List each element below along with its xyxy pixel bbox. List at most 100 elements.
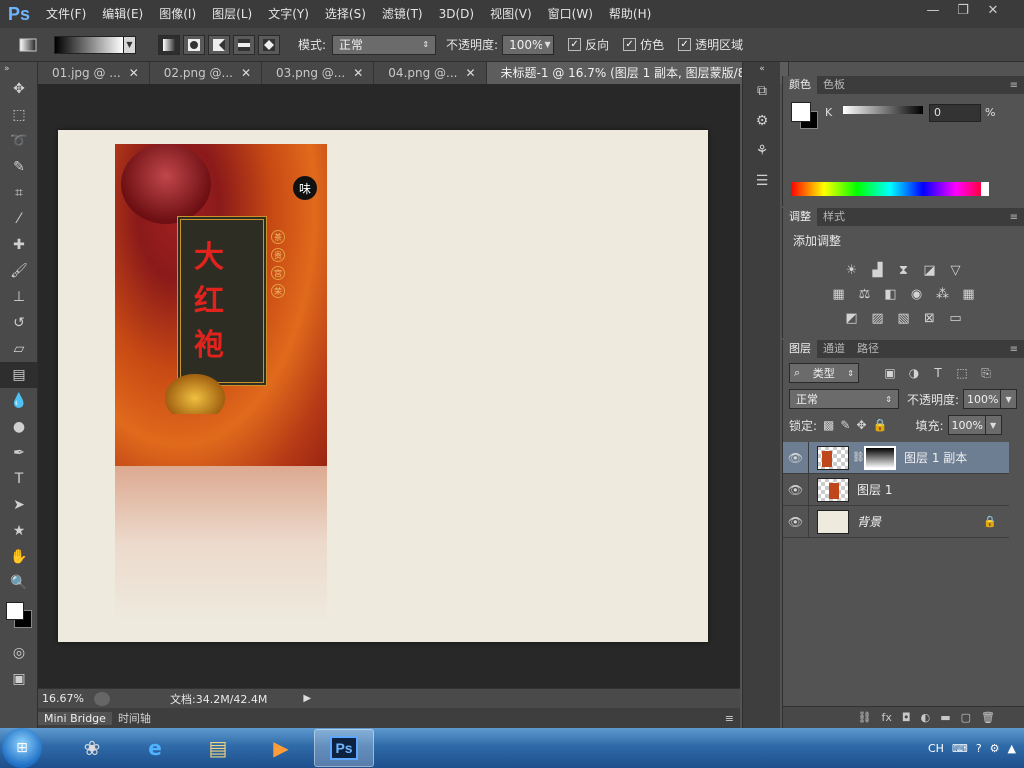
layer-name[interactable]: 图层 1 副本	[904, 449, 967, 466]
canvas-area[interactable]: 大红袍 茶 贵 宫 荣 味	[38, 84, 740, 688]
start-button-icon[interactable]: ⊞	[2, 728, 42, 768]
reverse-checkbox[interactable]: ✓ 反向	[568, 36, 609, 53]
foreground-color-swatch[interactable]	[791, 102, 811, 122]
menu-filter[interactable]: 滤镜(T)	[374, 0, 431, 28]
lock-all-icon[interactable]: 🔒	[873, 418, 888, 432]
invert-icon[interactable]: ◩	[842, 309, 862, 327]
k-slider[interactable]	[843, 106, 923, 114]
exposure-icon[interactable]: ◪	[920, 261, 940, 279]
eraser-tool-icon[interactable]: ▱	[0, 336, 38, 362]
media-app-icon[interactable]: ❀	[62, 729, 122, 767]
language-indicator[interactable]: CH	[928, 742, 944, 755]
chevron-down-icon[interactable]: ▼	[985, 415, 1002, 435]
brightness-icon[interactable]: ☀	[842, 261, 862, 279]
layer-thumbnail[interactable]	[817, 477, 849, 502]
curves-icon[interactable]: ⧗	[894, 261, 914, 279]
menu-file[interactable]: 文件(F)	[38, 0, 94, 28]
link-icon[interactable]: ⛓	[852, 452, 865, 463]
eyedropper-tool-icon[interactable]: ⁄	[0, 206, 38, 232]
hand-tool-icon[interactable]: ✋	[0, 544, 38, 570]
lasso-tool-icon[interactable]: ➰	[0, 128, 38, 154]
tab-01-jpg[interactable]: 01.jpg @ ... ✕	[38, 62, 150, 84]
channel-mixer-icon[interactable]: ⁂	[933, 285, 953, 303]
dither-checkbox[interactable]: ✓ 仿色	[623, 36, 664, 53]
play-arrow-icon[interactable]: ▶	[303, 693, 311, 704]
properties-panel-icon[interactable]: ⚙	[743, 106, 781, 136]
trash-icon[interactable]: 🗑	[981, 711, 995, 724]
gradient-swatch[interactable]	[54, 35, 124, 54]
quick-select-tool-icon[interactable]: ✎	[0, 154, 38, 180]
brush-panel-icon[interactable]: ⚘	[743, 136, 781, 166]
tab-styles[interactable]: 样式	[817, 208, 851, 226]
menu-window[interactable]: 窗口(W)	[540, 0, 601, 28]
check-icon[interactable]: ✓	[678, 38, 692, 51]
hue-saturation-icon[interactable]: ▦	[829, 285, 849, 303]
color-spectrum[interactable]	[791, 182, 989, 196]
black-white-icon[interactable]: ◧	[881, 285, 901, 303]
tab-04-png[interactable]: 04.png @... ✕	[374, 62, 487, 84]
tab-02-png[interactable]: 02.png @... ✕	[149, 62, 263, 84]
layer-row[interactable]: 👁 ⛓ 图层 1 副本	[783, 441, 1009, 474]
layer-thumbnail[interactable]	[817, 445, 849, 470]
layer-mask-thumbnail[interactable]	[864, 445, 896, 470]
close-icon[interactable]: ✕	[353, 66, 363, 80]
tab-swatches[interactable]: 色板	[817, 76, 851, 94]
vibrance-icon[interactable]: ▽	[946, 261, 966, 279]
type-tool-icon[interactable]: T	[0, 466, 38, 492]
layer-name[interactable]: 图层 1	[857, 481, 892, 498]
layer-thumbnail[interactable]	[817, 509, 849, 534]
panel-menu-icon[interactable]: ≡	[1010, 80, 1018, 91]
eye-icon[interactable]: 👁	[783, 473, 809, 506]
opacity-input[interactable]: 100%	[502, 34, 543, 55]
move-tool-icon[interactable]: ✥	[0, 76, 38, 102]
color-lookup-icon[interactable]: ▦	[959, 285, 979, 303]
lock-pixels-icon[interactable]: ✎	[840, 418, 850, 432]
close-icon[interactable]: ✕	[241, 66, 251, 80]
smart-object-filter-icon[interactable]: ⎘	[977, 364, 995, 382]
crop-tool-icon[interactable]: ⌗	[0, 180, 38, 206]
brush-tool-icon[interactable]: 🖌	[0, 258, 38, 284]
new-group-icon[interactable]: ▬	[940, 711, 950, 724]
menu-edit[interactable]: 编辑(E)	[94, 0, 151, 28]
shape-filter-icon[interactable]: ⬚	[953, 364, 971, 382]
tab-timeline[interactable]: 时间轴	[112, 710, 157, 726]
file-explorer-icon[interactable]: ▤	[188, 729, 248, 767]
reflected-gradient-button[interactable]	[233, 34, 255, 55]
history-panel-icon[interactable]: ⧉	[743, 76, 781, 106]
internet-explorer-icon[interactable]: e	[125, 729, 185, 767]
menu-help[interactable]: 帮助(H)	[601, 0, 659, 28]
minimize-icon[interactable]: —	[918, 0, 948, 20]
new-layer-icon[interactable]: ▢	[961, 711, 971, 724]
image-filter-icon[interactable]: ▣	[881, 364, 899, 382]
mode-select[interactable]: 正常 ⇕	[332, 34, 437, 55]
blur-tool-icon[interactable]: 💧	[0, 388, 38, 414]
linear-gradient-button[interactable]	[158, 34, 180, 55]
tab-layers[interactable]: 图层	[783, 340, 817, 358]
help-icon[interactable]: ?	[976, 742, 982, 755]
menu-type[interactable]: 文字(Y)	[260, 0, 317, 28]
link-layers-icon[interactable]: ⛓	[858, 711, 872, 724]
settings-icon[interactable]: ⚙	[990, 742, 1000, 755]
layer-opacity-input[interactable]: 100%	[963, 389, 1002, 409]
document-canvas[interactable]: 大红袍 茶 贵 宫 荣 味	[58, 130, 708, 642]
lock-position-icon[interactable]: ✥	[856, 418, 866, 432]
menu-view[interactable]: 视图(V)	[482, 0, 540, 28]
quick-mask-icon[interactable]: ◎	[0, 640, 38, 666]
selective-color-icon[interactable]: ⊠	[920, 309, 940, 327]
eye-icon[interactable]: 👁	[783, 441, 809, 474]
tab-03-png[interactable]: 03.png @... ✕	[262, 62, 375, 84]
color-balance-icon[interactable]: ⚖	[855, 285, 875, 303]
panel-menu-icon[interactable]: ≡	[1010, 212, 1018, 223]
chevron-up-icon[interactable]: ▲	[1008, 742, 1016, 755]
threshold-icon[interactable]: ▧	[894, 309, 914, 327]
chevron-down-icon[interactable]: ▼	[1001, 389, 1018, 409]
share-icon[interactable]	[94, 691, 110, 706]
check-icon[interactable]: ✓	[623, 38, 637, 51]
tab-adjustments[interactable]: 调整	[783, 208, 817, 226]
close-icon[interactable]: ✕	[129, 66, 139, 80]
opacity-dropdown-icon[interactable]: ▼	[542, 34, 555, 55]
radial-gradient-button[interactable]	[183, 34, 205, 55]
panel-menu-icon[interactable]: ≡	[1010, 344, 1018, 355]
fx-icon[interactable]: fx	[882, 711, 892, 724]
menu-layer[interactable]: 图层(L)	[204, 0, 260, 28]
